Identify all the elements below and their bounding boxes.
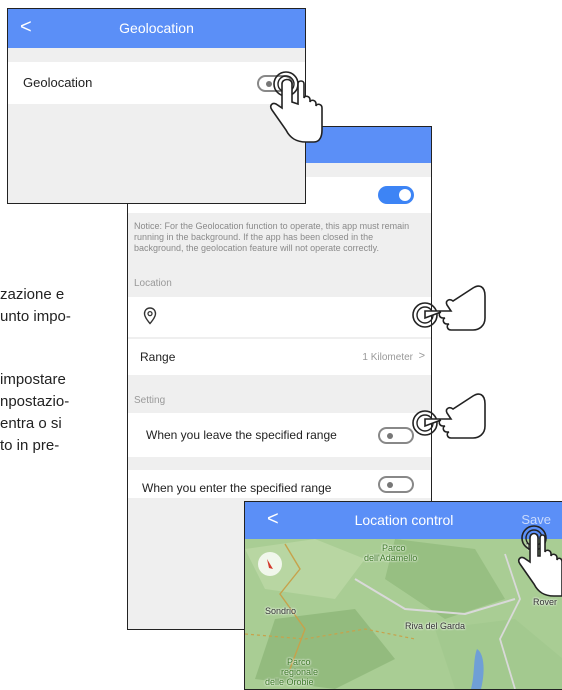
map-label: Riva del Garda (405, 621, 466, 631)
leave-range-label: When you leave the specified range (146, 428, 337, 442)
enter-range-toggle[interactable] (378, 476, 414, 493)
geolocation-row: Geolocation (8, 62, 305, 104)
manual-text-line: zazione e (0, 286, 65, 303)
location-row[interactable] (128, 297, 431, 337)
range-label: Range (140, 350, 176, 364)
manual-text-line: unto impo- (0, 308, 71, 325)
map-label: Parco (287, 657, 311, 667)
location-pin-icon (143, 307, 157, 325)
enter-range-row: When you enter the specified range (128, 470, 431, 498)
pointing-hand-icon (517, 525, 562, 597)
setting-section-header: Setting (134, 395, 166, 406)
geolocation-screen: < Geolocation Geolocation (7, 8, 306, 204)
manual-text-line: impostare (0, 371, 66, 388)
pointing-hand-icon (412, 393, 486, 439)
map-label: Sondrio (265, 606, 297, 616)
manual-text-line: npostazio- (0, 393, 70, 410)
pointing-hand-icon (412, 285, 486, 331)
leave-range-row: When you leave the specified range (128, 413, 431, 457)
header-bar: < Geolocation (8, 9, 305, 48)
manual-text-line: entra o si (0, 415, 62, 432)
geolocation-label: Geolocation (23, 75, 93, 90)
chevron-right-icon: > (418, 350, 425, 362)
manual-text-line: to in pre- (0, 437, 60, 454)
notice-text: Notice: For the Geolocation function to … (134, 221, 410, 253)
range-value: 1 Kilometer (362, 352, 413, 363)
location-section-header: Location (134, 278, 172, 289)
enter-range-label: When you enter the specified range (142, 481, 332, 495)
page-title: Geolocation (119, 20, 194, 36)
map-label: regionale (281, 667, 319, 677)
map-label: delle Orobie (265, 677, 314, 687)
geolocation-toggle-on[interactable] (378, 186, 414, 204)
range-row[interactable]: Range 1 Kilometer > (128, 339, 431, 375)
pointing-hand-icon (269, 71, 323, 143)
map-label: dell'Adamello (364, 553, 418, 563)
map-label: Parco (382, 543, 406, 553)
